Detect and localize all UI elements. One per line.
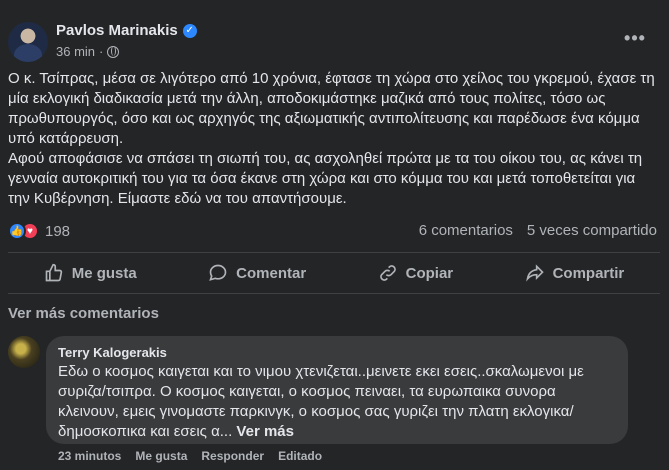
author-name[interactable]: Pavlos Marinakis bbox=[56, 22, 178, 39]
divider-bottom bbox=[8, 293, 660, 294]
reactions-summary[interactable]: 👍 ♥ 198 bbox=[8, 222, 70, 240]
comment-like-button[interactable]: Me gusta bbox=[135, 449, 187, 463]
thumbs-up-icon bbox=[45, 263, 62, 282]
view-more-comments-link[interactable]: Ver más comentarios bbox=[8, 305, 159, 322]
divider-top bbox=[8, 252, 660, 253]
post-meta: 36 min · bbox=[56, 44, 120, 59]
post-paragraph-2: Αφού αποφάσισε να σπάσει τη σιωπή του, α… bbox=[8, 150, 643, 207]
post-card: Pavlos Marinakis ✓ 36 min · ••• Ο κ. Τσί… bbox=[0, 0, 669, 470]
reactions-count: 198 bbox=[45, 222, 71, 240]
globe-icon bbox=[107, 45, 120, 58]
commenter-avatar[interactable] bbox=[8, 336, 40, 368]
reaction-icons: 👍 ♥ bbox=[8, 222, 39, 240]
comment-body: Εδω ο κοσμος καιγεται και το νιμου χτενι… bbox=[58, 363, 584, 440]
post-paragraph-1: Ο κ. Τσίπρας, μέσα σε λιγότερο από 10 χρ… bbox=[8, 70, 655, 147]
comment-author[interactable]: Terry Kalogerakis bbox=[58, 344, 616, 361]
like-button[interactable]: Me gusta bbox=[34, 259, 147, 287]
copy-button[interactable]: Copiar bbox=[368, 259, 464, 287]
share-label: Compartir bbox=[552, 264, 625, 282]
comment-reply-button[interactable]: Responder bbox=[201, 449, 264, 463]
post-actions: Me gusta Comentar Copiar Compartir bbox=[8, 256, 660, 290]
share-icon bbox=[525, 264, 544, 282]
like-reaction-icon: 👍 bbox=[8, 222, 26, 240]
more-options-button[interactable]: ••• bbox=[622, 29, 648, 50]
shares-count-link[interactable]: 5 veces compartido bbox=[527, 222, 657, 239]
avatar-figure bbox=[14, 44, 42, 62]
comment-label: Comentar bbox=[236, 264, 307, 282]
copy-label: Copiar bbox=[405, 264, 454, 282]
see-more-link[interactable]: Ver más bbox=[236, 423, 294, 440]
author-avatar[interactable] bbox=[8, 22, 48, 62]
comment-footer: 23 minutos Me gusta Responder Editado bbox=[58, 449, 322, 463]
verified-badge-icon: ✓ bbox=[182, 23, 197, 38]
share-button[interactable]: Compartir bbox=[515, 259, 635, 287]
comment-icon bbox=[209, 264, 227, 281]
post-author: Pavlos Marinakis ✓ bbox=[56, 22, 197, 39]
meta-separator: · bbox=[99, 44, 104, 59]
comment-button[interactable]: Comentar bbox=[198, 259, 316, 287]
comments-count-link[interactable]: 6 comentarios bbox=[419, 222, 513, 239]
like-label: Me gusta bbox=[71, 264, 137, 282]
comment-bubble: Terry Kalogerakis Εδω ο κοσμος καιγεται … bbox=[46, 336, 628, 444]
post-body: Ο κ. Τσίπρας, μέσα σε λιγότερο από 10 χρ… bbox=[8, 69, 660, 209]
comment-edited-label[interactable]: Editado bbox=[278, 449, 322, 463]
copy-icon bbox=[379, 265, 396, 281]
post-time[interactable]: 36 min bbox=[56, 44, 95, 59]
comment-time[interactable]: 23 minutos bbox=[58, 449, 121, 463]
post-counts: 6 comentarios 5 veces compartido bbox=[419, 222, 657, 239]
comment-text: Εδω ο κοσμος καιγεται και το νιμου χτενι… bbox=[58, 362, 616, 442]
